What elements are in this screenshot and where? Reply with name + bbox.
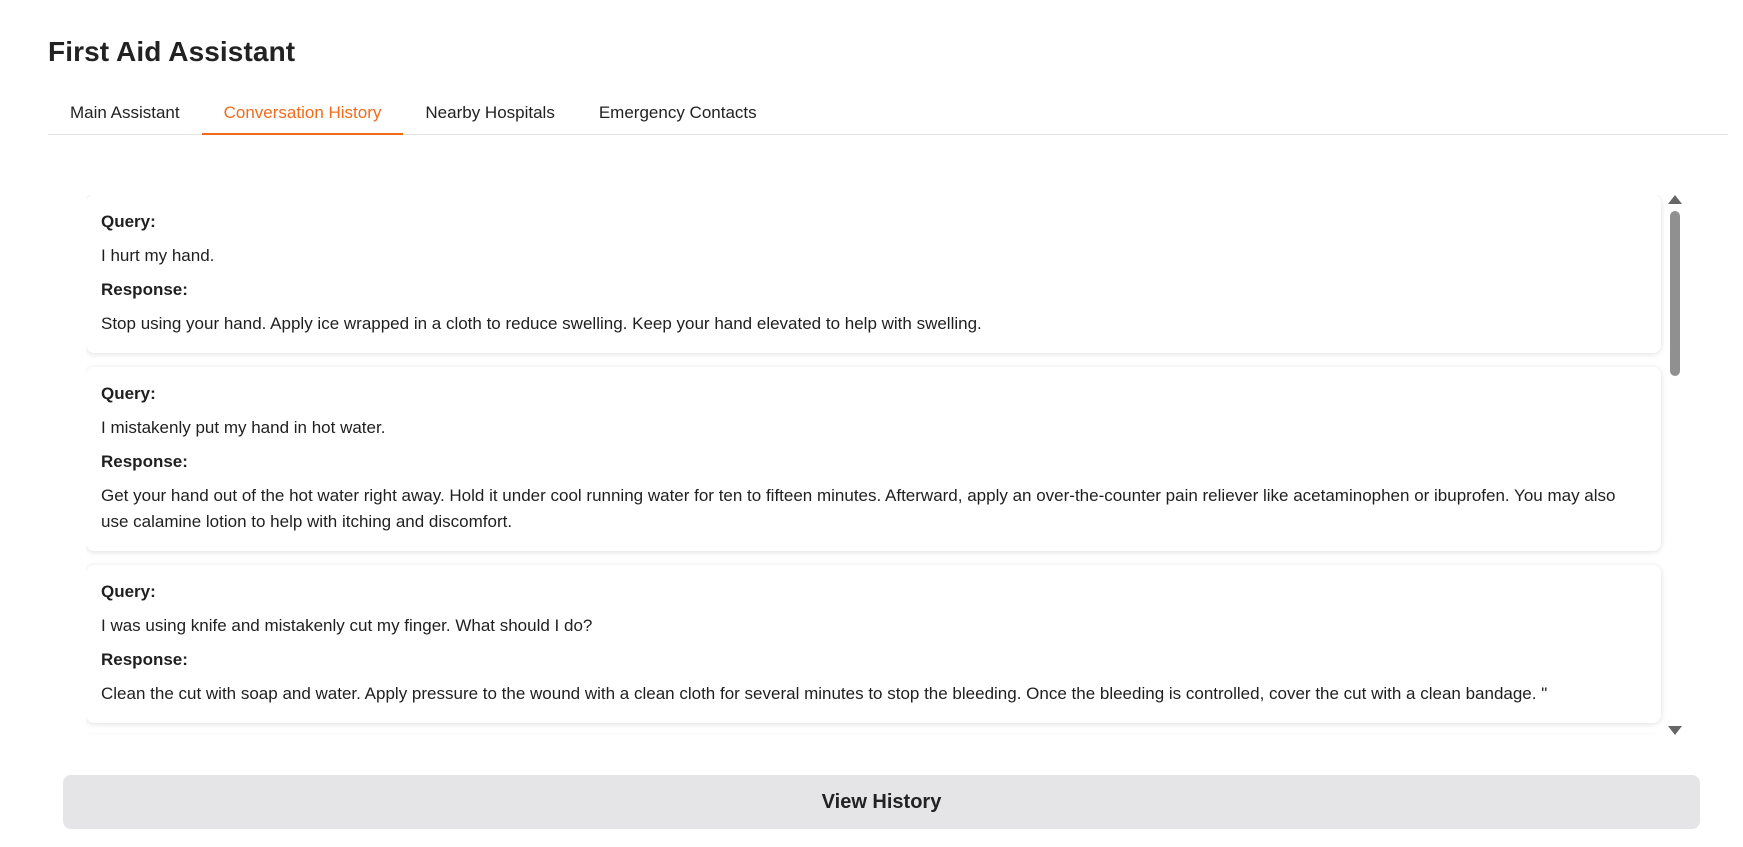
scrollbar-thumb[interactable] <box>1670 211 1680 376</box>
query-text: I mistakenly put my hand in hot water. <box>101 418 386 437</box>
view-history-button[interactable]: View History <box>63 775 1700 829</box>
query-label: Query: <box>101 384 156 403</box>
tab-emergency-contacts[interactable]: Emergency Contacts <box>577 96 779 134</box>
history-entry: Query: I was using knife and mistakenly … <box>86 565 1661 723</box>
query-label: Query: <box>101 582 156 601</box>
response-label: Response: <box>101 452 188 471</box>
app-root: First Aid Assistant Main Assistant Conve… <box>0 0 1743 847</box>
response-text: Get your hand out of the hot water right… <box>101 486 1616 531</box>
tab-main-assistant[interactable]: Main Assistant <box>48 96 202 134</box>
page-title: First Aid Assistant <box>48 36 296 67</box>
response-label: Response: <box>101 650 188 669</box>
tab-nearby-hospitals[interactable]: Nearby Hospitals <box>403 96 576 134</box>
tab-bar: Main Assistant Conversation History Near… <box>48 96 1728 135</box>
response-text: Clean the cut with soap and water. Apply… <box>101 684 1548 703</box>
response-text: Stop using your hand. Apply ice wrapped … <box>101 314 982 333</box>
query-text: I hurt my hand. <box>101 246 215 265</box>
history-entry: Query: I hurt my hand. Response: Stop us… <box>86 195 1661 353</box>
history-list: Query: I hurt my hand. Response: Stop us… <box>86 195 1661 735</box>
history-entry: Query: I mistakenly put my hand in hot w… <box>86 367 1661 551</box>
query-label: Query: <box>101 212 156 231</box>
history-scroll-area[interactable]: Query: I hurt my hand. Response: Stop us… <box>86 195 1686 735</box>
query-text: I was using knife and mistakenly cut my … <box>101 616 593 635</box>
scroll-down-arrow-icon[interactable] <box>1668 726 1682 735</box>
tab-conversation-history[interactable]: Conversation History <box>201 96 404 135</box>
response-label: Response: <box>101 280 188 299</box>
scroll-up-arrow-icon[interactable] <box>1668 195 1682 204</box>
history-scrollbar[interactable] <box>1665 195 1685 735</box>
